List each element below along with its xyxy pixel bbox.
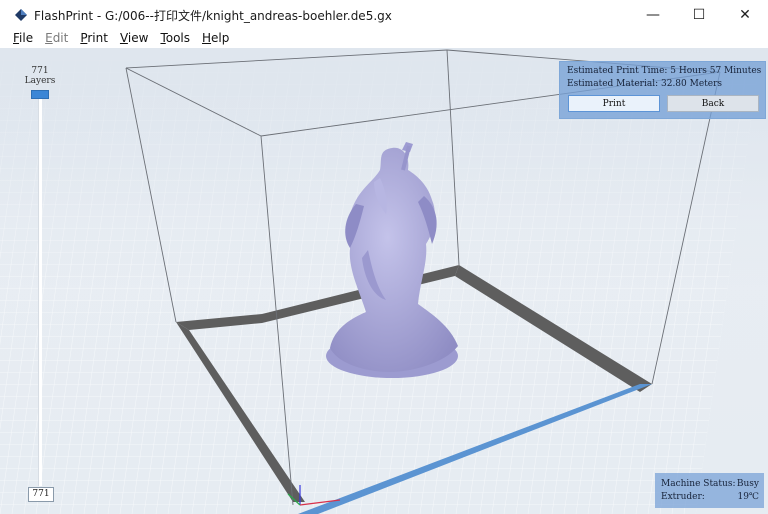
machine-status-label: Machine Status: — [661, 479, 736, 489]
extruder-label: Extruder: — [661, 492, 705, 502]
machine-status-row: Machine Status: Busy — [661, 479, 759, 489]
layer-input-field[interactable]: 771 — [28, 487, 54, 502]
maximize-button[interactable]: ☐ — [676, 0, 722, 30]
menu-tools[interactable]: Tools — [154, 31, 196, 45]
extruder-row: Extruder: 19℃ — [661, 492, 759, 502]
title-bar: FlashPrint - G:/006--打印文件/knight_andreas… — [0, 0, 768, 30]
window-title: FlashPrint - G:/006--打印文件/knight_andreas… — [34, 8, 392, 23]
extruder-temp-value: 19℃ — [737, 492, 759, 502]
layer-count-value: 771 — [31, 66, 49, 76]
menu-print[interactable]: Print — [74, 31, 114, 45]
machine-status-value: Busy — [736, 479, 759, 489]
print-button[interactable]: Print — [568, 95, 660, 112]
estimated-material: Estimated Material: 32.80 Meters — [567, 79, 723, 89]
layer-count-label: 771 Layers — [22, 66, 58, 86]
menu-help[interactable]: Help — [196, 31, 235, 45]
estimated-print-time: Estimated Print Time: 5 Hours 57 Minutes — [567, 66, 762, 76]
3d-viewport[interactable]: 771 Layers 771 Estimated Print Time: 5 H… — [0, 48, 768, 514]
estimate-panel: Estimated Print Time: 5 Hours 57 Minutes… — [559, 61, 766, 119]
layer-slider-track[interactable] — [38, 98, 42, 486]
window-controls: — ☐ ✕ — [630, 0, 768, 30]
layers-label: Layers — [24, 76, 56, 86]
machine-status-panel: Machine Status: Busy Extruder: 19℃ — [655, 473, 764, 508]
minimize-button[interactable]: — — [630, 0, 676, 30]
menu-bar: File Edit Print View Tools Help — [0, 30, 768, 46]
back-button[interactable]: Back — [667, 95, 759, 112]
flashprint-logo-icon — [15, 9, 27, 21]
layer-slider-handle[interactable] — [31, 90, 49, 99]
menu-edit[interactable]: Edit — [39, 31, 74, 45]
menu-view[interactable]: View — [114, 31, 154, 45]
menu-file[interactable]: File — [0, 31, 39, 45]
close-button[interactable]: ✕ — [722, 0, 768, 30]
